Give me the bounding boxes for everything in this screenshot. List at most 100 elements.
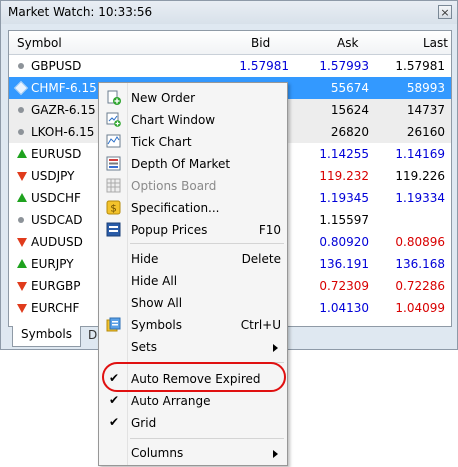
popup-prices-icon: [106, 222, 121, 237]
row-ask: 136.191: [319, 257, 369, 271]
row-symbol: GBPUSD: [31, 59, 82, 73]
up-arrow-icon: [17, 259, 27, 268]
row-last: 119.226: [395, 169, 445, 183]
row-symbol: USDCHF: [31, 191, 81, 205]
row-symbol: USDJPY: [31, 169, 75, 183]
menu-shortcut: Ctrl+U: [240, 318, 281, 332]
title-bar[interactable]: Market Watch: 10:33:56 ×: [1, 1, 457, 24]
symbols-icon: [106, 317, 121, 332]
down-arrow-icon: [17, 304, 27, 313]
menu-item-chart-window[interactable]: Chart Window: [99, 109, 287, 131]
menu-separator: [130, 243, 284, 244]
menu-label: Specification...: [131, 201, 220, 215]
row-last: 58993: [406, 81, 445, 95]
submenu-arrow-icon: [273, 344, 278, 352]
row-symbol: EURGBP: [31, 279, 81, 293]
column-header-symbol[interactable]: Symbol: [17, 36, 62, 50]
row-ask: 15624: [330, 103, 369, 117]
diamond-icon: [13, 80, 29, 96]
up-arrow-icon: [17, 193, 27, 202]
submenu-arrow-icon: [273, 450, 278, 458]
row-last: 1.19334: [395, 191, 445, 205]
row-ask: 0.72309: [319, 279, 369, 293]
down-arrow-icon: [17, 238, 27, 247]
row-last: 14737: [406, 103, 445, 117]
svg-text:$: $: [110, 204, 116, 215]
row-symbol: EURCHF: [31, 301, 80, 315]
menu-label: Tick Chart: [131, 135, 192, 149]
column-header-bid[interactable]: Bid: [251, 36, 270, 50]
row-last: 136.168: [395, 257, 445, 271]
menu-label: Hide: [131, 252, 159, 266]
window-title: Market Watch: 10:33:56: [8, 5, 153, 19]
menu-label: Show All: [131, 296, 183, 310]
neutral-dot-icon: [18, 217, 24, 223]
options-board-icon: [106, 178, 121, 193]
up-arrow-icon: [17, 149, 27, 158]
menu-item-popup-prices[interactable]: Popup Prices F10: [99, 219, 287, 241]
row-symbol: GAZR-6.15: [31, 103, 96, 117]
row-bid: 1.57981: [239, 59, 289, 73]
row-ask: 1.15597: [319, 213, 369, 227]
row-last: 0.80896: [395, 235, 445, 249]
row-ask: 55674: [330, 81, 369, 95]
menu-label: Popup Prices: [131, 223, 208, 237]
neutral-dot-icon: [18, 129, 24, 135]
column-header-ask[interactable]: Ask: [337, 36, 358, 50]
menu-item-grid[interactable]: ✔ Grid: [99, 412, 287, 434]
row-symbol: CHMF-6.15: [31, 81, 97, 95]
menu-item-show-all[interactable]: Show All: [99, 292, 287, 314]
close-button[interactable]: ×: [438, 5, 452, 19]
row-ask: 26820: [330, 125, 369, 139]
menu-item-depth-of-market[interactable]: Depth Of Market: [99, 153, 287, 175]
row-last: 0.72286: [395, 279, 445, 293]
tab-symbols[interactable]: Symbols: [12, 326, 81, 347]
specification-icon: $: [106, 200, 121, 215]
row-symbol: EURJPY: [31, 257, 74, 271]
neutral-dot-icon: [18, 107, 24, 113]
row-ask: 0.80920: [319, 235, 369, 249]
row-ask: 119.232: [319, 169, 369, 183]
table-header: Symbol Bid Ask Last: [9, 31, 451, 55]
menu-item-hide-all[interactable]: Hide All: [99, 270, 287, 292]
table-row[interactable]: GBPUSD 1.57981 1.57993 1.57981: [9, 55, 451, 77]
checkmark-icon: ✔: [109, 393, 120, 407]
menu-item-sets[interactable]: Sets: [99, 336, 287, 358]
menu-item-tick-chart[interactable]: Tick Chart: [99, 131, 287, 153]
row-symbol: LKOH-6.15: [31, 125, 95, 139]
menu-label: Auto Arrange: [131, 394, 211, 408]
menu-item-new-order[interactable]: New Order: [99, 87, 287, 109]
menu-item-columns[interactable]: Columns: [99, 442, 287, 464]
menu-label: Columns: [131, 446, 184, 460]
menu-item-options-board[interactable]: Options Board: [99, 175, 287, 197]
neutral-dot-icon: [18, 63, 24, 69]
row-last: 1.57981: [395, 59, 445, 73]
row-symbol: AUDUSD: [31, 235, 83, 249]
menu-label: Depth Of Market: [131, 157, 231, 171]
menu-item-symbols[interactable]: Symbols Ctrl+U: [99, 314, 287, 336]
menu-label: Options Board: [131, 179, 217, 193]
down-arrow-icon: [17, 172, 27, 181]
menu-label: Sets: [131, 340, 157, 354]
menu-shortcut: F10: [258, 223, 281, 237]
context-menu: New Order Chart Window Tick Chart Depth …: [98, 82, 288, 466]
menu-label: Grid: [131, 416, 157, 430]
menu-item-specification[interactable]: $ Specification...: [99, 197, 287, 219]
menu-label: Chart Window: [131, 113, 216, 127]
row-last: 1.04099: [395, 301, 445, 315]
highlight-ellipse-annotation: [102, 362, 286, 392]
menu-label: New Order: [131, 91, 196, 105]
row-symbol: EURUSD: [31, 147, 82, 161]
row-ask: 1.19345: [319, 191, 369, 205]
down-arrow-icon: [17, 282, 27, 291]
menu-item-auto-arrange[interactable]: ✔ Auto Arrange: [99, 390, 287, 412]
menu-item-hide[interactable]: Hide Delete: [99, 248, 287, 270]
checkmark-icon: ✔: [109, 415, 120, 429]
row-last: 1.14169: [395, 147, 445, 161]
menu-separator: [130, 438, 284, 439]
row-ask: 1.04130: [319, 301, 369, 315]
chart-window-icon: [106, 112, 121, 127]
menu-label: Hide All: [131, 274, 178, 288]
row-symbol: USDCAD: [31, 213, 83, 227]
column-header-last[interactable]: Last: [423, 36, 448, 50]
